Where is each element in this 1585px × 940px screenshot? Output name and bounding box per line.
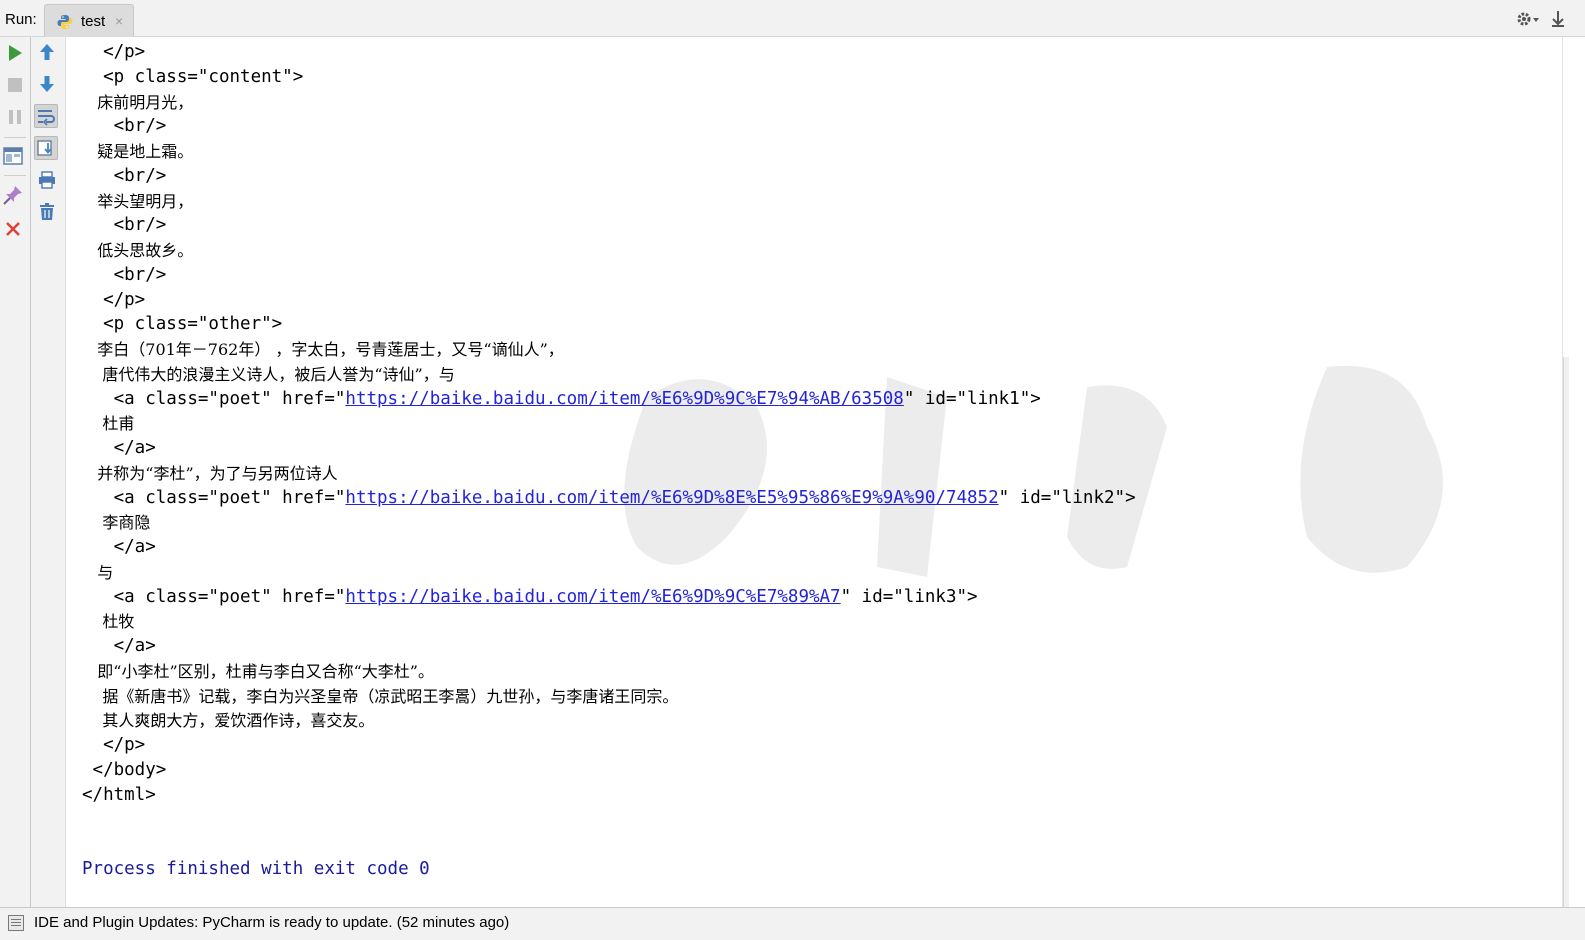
console-text: <a class="poet" href=" — [82, 487, 346, 508]
console-line: <br/> — [82, 215, 167, 236]
console-line: 据《新唐书》记载，李白为兴圣皇帝（凉武昭王李暠）九世孙，与李唐诸王同宗。 — [82, 686, 679, 706]
console-line: </html> — [82, 784, 156, 805]
trash-icon — [40, 203, 54, 220]
console-text: " id="link3"> — [840, 586, 978, 607]
pin-tab-icon — [3, 186, 22, 205]
console-actions-toolbar — [31, 37, 66, 907]
clear-all-button[interactable] — [35, 200, 59, 224]
stop-button[interactable] — [3, 73, 27, 97]
scroll-to-end-icon — [37, 140, 52, 156]
console-line: 李白（701年－762年） ，字太白，号青莲居士，又号“谪仙人”， — [82, 340, 564, 359]
pause-icon — [9, 110, 21, 124]
console-line: </a> — [82, 438, 156, 458]
python-icon — [57, 15, 73, 29]
console-line: <p class="other"> — [82, 314, 283, 335]
print-icon — [39, 171, 55, 189]
console-line: 举头望明月， — [82, 191, 194, 211]
status-bar: IDE and Plugin Updates: PyCharm is ready… — [0, 907, 1585, 940]
gear-icon[interactable] — [1514, 8, 1542, 30]
run-toolwindow-header: Run: test × — [0, 0, 1585, 37]
restore-layout-icon — [3, 147, 23, 165]
console-hyperlink[interactable]: https://baike.baidu.com/item/%E6%9D%9C%E… — [345, 389, 903, 409]
pause-button[interactable] — [3, 105, 27, 129]
close-icon — [6, 222, 20, 236]
soft-wrap-icon — [38, 110, 55, 126]
console-line: </p> — [82, 735, 146, 755]
console-line: </p> — [82, 42, 146, 62]
console-line: 唐代伟大的浪漫主义诗人，被后人誉为“诗仙”，与 — [82, 364, 455, 384]
tool-windows-icon[interactable] — [8, 915, 24, 931]
console-line: </a> — [82, 636, 156, 656]
console-line: 李商隐 — [82, 513, 151, 533]
up-stack-trace-button[interactable] — [35, 40, 59, 64]
run-tab-test[interactable]: test × — [44, 4, 134, 37]
restore-layout-button[interactable] — [1, 144, 25, 168]
run-tab-label: test — [81, 13, 106, 30]
console-line: </a> — [82, 537, 156, 557]
console-line: 疑是地上霜。 — [82, 142, 194, 161]
close-tab-icon[interactable]: × — [115, 13, 123, 29]
console-line: <a class="poet" href="https://baike.baid… — [82, 486, 1136, 511]
up-arrow-icon — [40, 44, 54, 60]
console-line: 并称为“李杜”，为了与另两位诗人 — [82, 463, 338, 483]
print-button[interactable] — [35, 168, 59, 192]
console-line: 与 — [82, 562, 114, 582]
console-text: <a class="poet" href=" — [82, 586, 346, 607]
console-line: 其人爽朗大方，爱饮酒作诗，喜交友。 — [82, 711, 375, 731]
pin-icon[interactable] — [1549, 8, 1567, 30]
console-hyperlink[interactable]: https://baike.baidu.com/item/%E6%9D%8E%E… — [345, 488, 998, 508]
console-line: <p class="content"> — [82, 66, 304, 87]
scroll-to-end-button[interactable] — [34, 136, 58, 160]
down-arrow-icon — [40, 76, 54, 92]
console-line: </body> — [82, 759, 167, 780]
soft-wrap-button[interactable] — [34, 104, 58, 128]
rerun-button[interactable] — [3, 41, 27, 65]
scrollbar-thumb[interactable] — [1563, 357, 1569, 907]
console-text: " id="link2"> — [998, 487, 1136, 508]
console-line: <a class="poet" href="https://baike.baid… — [82, 585, 978, 610]
console-text: <a class="poet" href=" — [82, 388, 346, 409]
status-message[interactable]: IDE and Plugin Updates: PyCharm is ready… — [34, 914, 509, 931]
console-text: " id="link1"> — [903, 388, 1041, 409]
rerun-icon — [9, 45, 22, 61]
console-line: <br/> — [82, 264, 167, 285]
console-output[interactable]: </p> <p class="content"> 床前明月光， <br/> 疑是… — [67, 37, 1562, 907]
pin-tab-button[interactable] — [1, 183, 25, 207]
console-line: 床前明月光， — [82, 92, 194, 112]
close-button[interactable] — [1, 217, 25, 241]
console-line: 杜牧 — [82, 612, 135, 632]
run-label: Run: — [5, 11, 37, 28]
console-hyperlink[interactable]: https://baike.baidu.com/item/%E6%9D%9C%E… — [345, 587, 840, 607]
run-actions-toolbar — [0, 37, 31, 907]
console-line: <br/> — [82, 116, 167, 137]
console-line: 即“小李杜”区别，杜甫与李白又合称“大李杜”。 — [82, 661, 434, 681]
console-line: 低头思故乡。 — [82, 241, 194, 260]
down-stack-trace-button[interactable] — [35, 72, 59, 96]
watermark-image — [624, 365, 1443, 577]
console-line: </p> — [82, 289, 146, 310]
stop-icon — [8, 78, 22, 92]
console-line: <a class="poet" href="https://baike.baid… — [82, 387, 1041, 412]
vertical-scrollbar[interactable] — [1562, 37, 1585, 907]
console-line: <br/> — [82, 165, 167, 186]
console-line: 杜甫 — [82, 414, 135, 434]
process-finished-message: Process finished with exit code 0 — [82, 859, 430, 879]
